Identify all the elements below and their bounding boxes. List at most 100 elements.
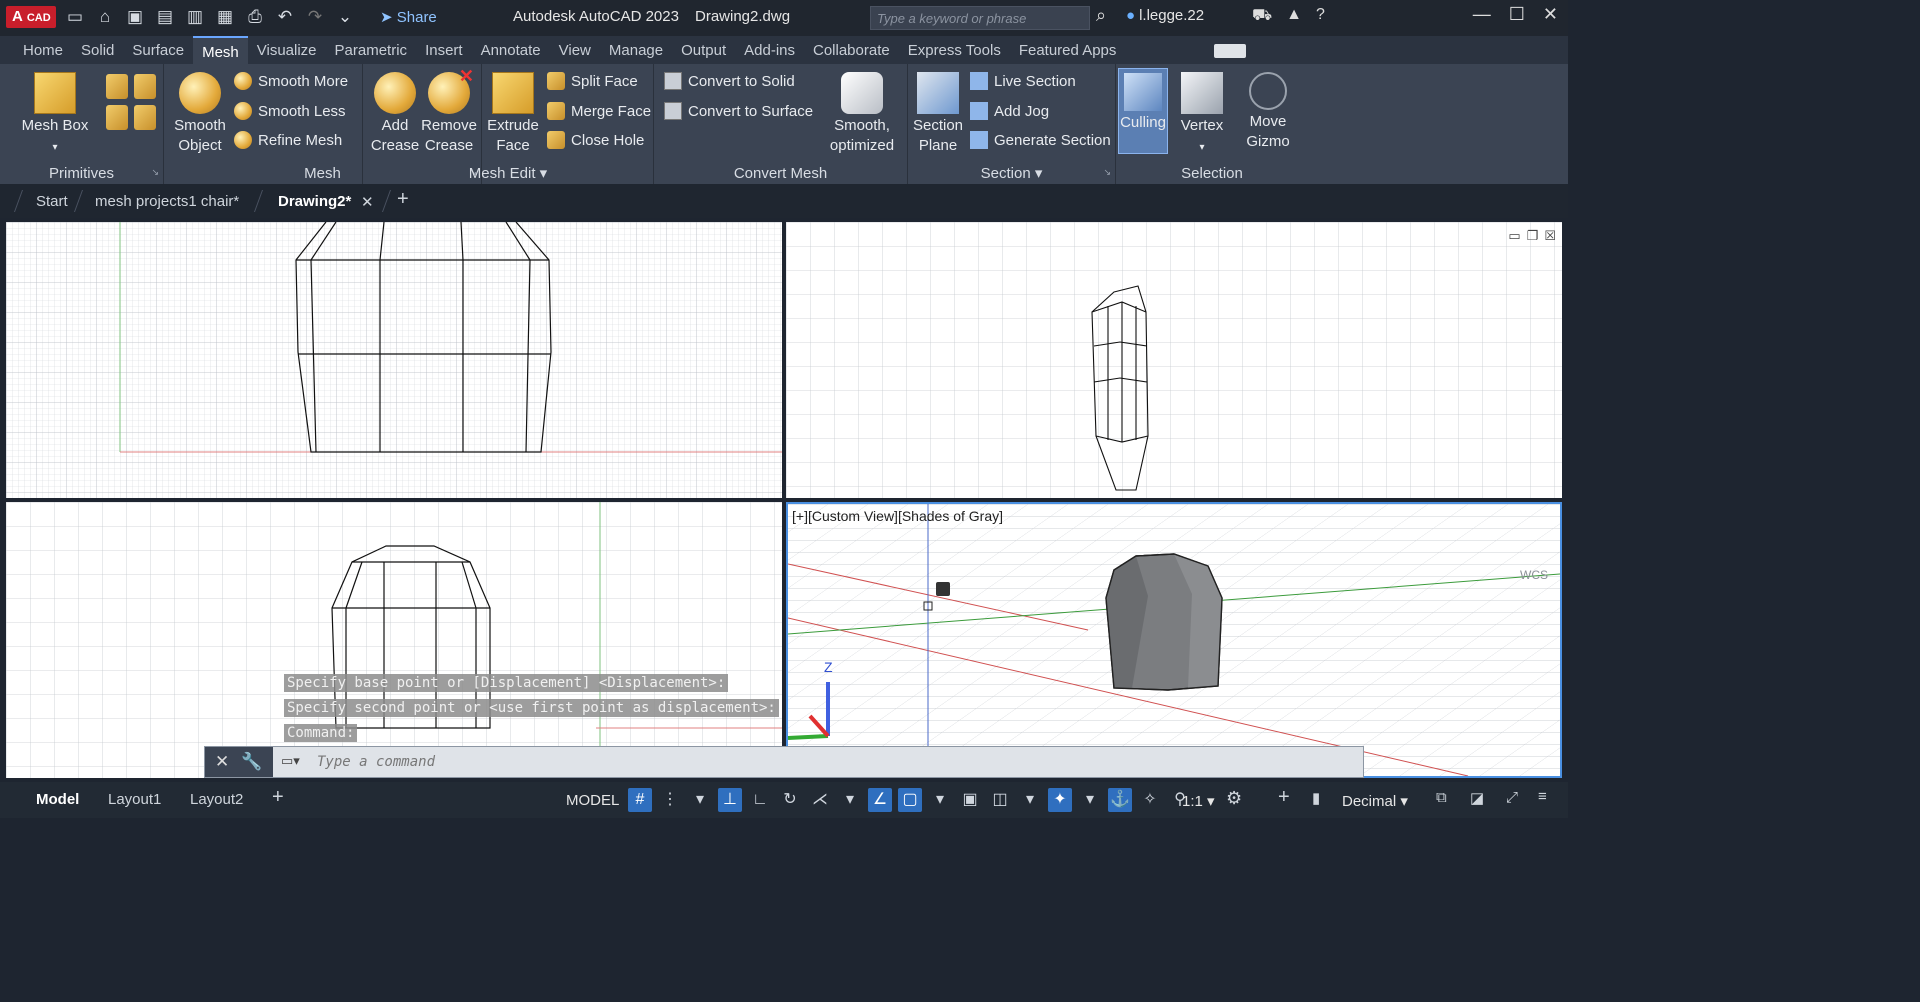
polar-icon[interactable]: ↻: [778, 788, 802, 812]
tab-view[interactable]: View: [550, 36, 600, 64]
convert-to-surface-button[interactable]: Convert to Surface: [664, 102, 813, 120]
smooth-optimized-button[interactable]: Smooth, optimized: [824, 72, 900, 156]
open-web-icon[interactable]: ▥: [184, 6, 206, 28]
gizmo-icon[interactable]: ✦: [1048, 788, 1072, 812]
mesh-cylinder-icon[interactable]: [106, 74, 128, 99]
viewport-label[interactable]: [+][Custom View][Shades of Gray]: [792, 508, 1003, 524]
remove-crease-button[interactable]: ✕ Remove Crease: [421, 66, 477, 156]
annotation-visibility-icon[interactable]: ⚓: [1108, 788, 1132, 812]
tab-manage[interactable]: Manage: [600, 36, 672, 64]
tab-featured-apps[interactable]: Featured Apps: [1010, 36, 1126, 64]
snap-icon[interactable]: ⋮: [658, 788, 682, 812]
generate-section-button[interactable]: Generate Section: [970, 131, 1111, 149]
osnap-icon[interactable]: ▢: [898, 788, 922, 812]
infer-icon[interactable]: ⊥: [718, 788, 742, 812]
viewport-minimize-icon[interactable]: ▭: [1508, 228, 1520, 244]
annotation-scale[interactable]: 1:1 ▾: [1182, 792, 1215, 810]
layout-tab-model[interactable]: Model: [36, 791, 79, 808]
layout-tab-layout1[interactable]: Layout1: [108, 791, 161, 808]
plot-icon[interactable]: ⎙: [244, 6, 266, 28]
settings-gear-icon[interactable]: ⚙: [1226, 788, 1242, 809]
tab-output[interactable]: Output: [672, 36, 735, 64]
close-hole-button[interactable]: Close Hole: [547, 131, 644, 149]
close-tab-icon[interactable]: ✕: [361, 193, 374, 211]
smooth-less-button[interactable]: Smooth Less: [234, 102, 346, 120]
add-crease-button[interactable]: Add Crease: [367, 72, 423, 156]
tab-mesh[interactable]: Mesh: [193, 36, 248, 64]
viewport-top-left[interactable]: [6, 222, 782, 498]
redo-icon[interactable]: ↷: [304, 6, 326, 28]
clean-screen-icon[interactable]: ⤢: [1506, 789, 1518, 806]
viewport-close-icon[interactable]: ☒: [1544, 228, 1556, 244]
user-account[interactable]: ● l.legge.22: [1126, 7, 1204, 24]
search-icon[interactable]: ⌕: [1096, 5, 1106, 26]
auto-scale-icon[interactable]: ✧: [1138, 788, 1162, 812]
mesh-torus-icon[interactable]: [134, 105, 156, 130]
doc-tab-start[interactable]: Start: [36, 193, 68, 210]
viewport-bottom-left[interactable]: [6, 502, 782, 778]
customize-command-icon[interactable]: 🔧: [241, 752, 262, 772]
split-face-button[interactable]: Split Face: [547, 72, 638, 90]
viewport-top-right[interactable]: ▭ ❐ ☒: [786, 222, 1562, 498]
layout-tab-layout2[interactable]: Layout2: [190, 791, 243, 808]
ribbon-minimize-toggle[interactable]: [1214, 44, 1246, 58]
dropdown-icon[interactable]: ▾: [1078, 788, 1102, 812]
units-dropdown[interactable]: Decimal ▾: [1342, 792, 1408, 810]
close-icon[interactable]: ✕: [1543, 4, 1558, 25]
close-command-icon[interactable]: ✕: [215, 752, 229, 772]
viewport-bottom-right[interactable]: Z [+][Custom View][Shades of Gray] WCS: [786, 502, 1562, 778]
save-web-icon[interactable]: ▦: [214, 6, 236, 28]
plus-icon[interactable]: +: [1278, 786, 1290, 809]
customize-qat-icon[interactable]: ⌄: [334, 6, 356, 28]
model-space-button[interactable]: MODEL: [566, 792, 619, 809]
save-as-icon[interactable]: ▤: [154, 6, 176, 28]
command-prompt-icon[interactable]: ▭▾: [281, 753, 300, 769]
mesh-box-button[interactable]: Mesh Box ▾: [14, 72, 96, 158]
tab-surface[interactable]: Surface: [123, 36, 193, 64]
tab-parametric[interactable]: Parametric: [326, 36, 417, 64]
tab-collaborate[interactable]: Collaborate: [804, 36, 899, 64]
panel-title-mesh-edit[interactable]: Mesh Edit ▾: [363, 164, 653, 182]
minimize-icon[interactable]: —: [1473, 4, 1491, 25]
grid-icon[interactable]: #: [628, 788, 652, 812]
help-icon[interactable]: ?: [1316, 6, 1325, 26]
doc-tab-chair[interactable]: mesh projects1 chair*: [95, 193, 239, 210]
smooth-object-button[interactable]: Smooth Object: [168, 72, 232, 156]
section-plane-button[interactable]: Section Plane: [912, 72, 964, 156]
extrude-face-button[interactable]: Extrude Face: [483, 72, 543, 156]
add-layout-icon[interactable]: +: [272, 786, 284, 809]
cart-icon[interactable]: ⛟: [1252, 6, 1272, 26]
add-jog-button[interactable]: Add Jog: [970, 102, 1049, 120]
quick-properties-icon[interactable]: ⧉: [1436, 789, 1447, 806]
tab-visualize[interactable]: Visualize: [248, 36, 326, 64]
dropdown-icon[interactable]: ▾: [1018, 788, 1042, 812]
mesh-cone-icon[interactable]: [134, 74, 156, 99]
undo-icon[interactable]: ↶: [274, 6, 296, 28]
tab-add-ins[interactable]: Add-ins: [735, 36, 804, 64]
open-folder-icon[interactable]: ⌂: [94, 6, 116, 28]
mesh-wedge-icon[interactable]: [106, 105, 128, 130]
selection-cycling-icon[interactable]: ◫: [988, 788, 1012, 812]
smooth-more-button[interactable]: Smooth More: [234, 72, 348, 90]
customization-menu-icon[interactable]: ≡: [1538, 788, 1547, 805]
vertex-button[interactable]: Vertex ▾: [1174, 72, 1230, 158]
merge-face-button[interactable]: Merge Face: [547, 102, 651, 120]
ortho-icon[interactable]: ∟: [748, 788, 772, 812]
object-track-icon[interactable]: ∠: [868, 788, 892, 812]
tab-insert[interactable]: Insert: [416, 36, 472, 64]
share-button[interactable]: ➤ Share: [380, 8, 437, 26]
search-input[interactable]: [871, 7, 1089, 29]
tab-home[interactable]: Home: [14, 36, 72, 64]
panel-launcher-icon[interactable]: ↘: [151, 167, 159, 178]
convert-to-solid-button[interactable]: Convert to Solid: [664, 72, 795, 90]
search-box[interactable]: [870, 6, 1090, 30]
dropdown-icon[interactable]: ▾: [838, 788, 862, 812]
dropdown-icon[interactable]: ▾: [688, 788, 712, 812]
wcs-label[interactable]: WCS: [1520, 568, 1548, 582]
refine-mesh-button[interactable]: Refine Mesh: [234, 131, 342, 149]
tab-annotate[interactable]: Annotate: [472, 36, 550, 64]
isodraft-icon[interactable]: ⋌: [808, 788, 832, 812]
tab-express-tools[interactable]: Express Tools: [899, 36, 1010, 64]
panel-launcher-icon[interactable]: ↘: [1103, 167, 1111, 178]
viewport-restore-icon[interactable]: ❐: [1527, 228, 1539, 244]
